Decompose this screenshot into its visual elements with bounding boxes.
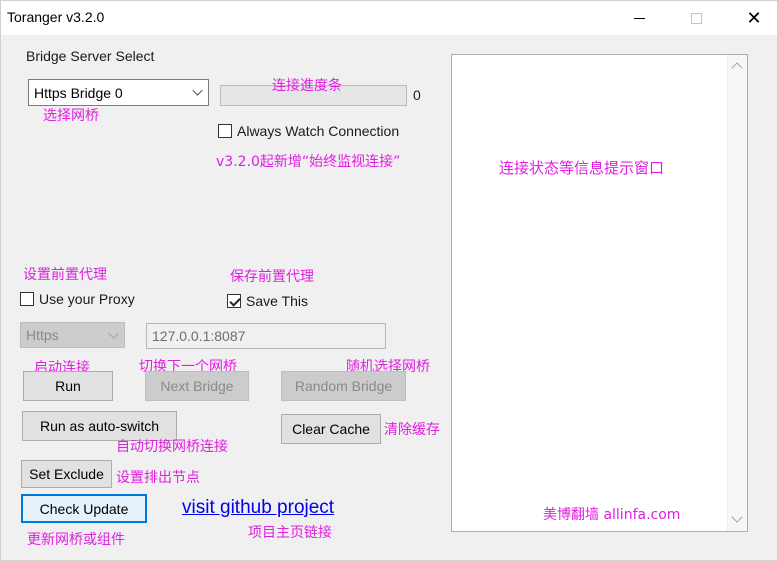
use-proxy-label: Use your Proxy <box>39 291 135 307</box>
close-icon: ✕ <box>746 7 762 28</box>
checkbox-box[interactable] <box>218 124 232 138</box>
proxy-protocol-select[interactable]: Https <box>20 322 125 348</box>
bridge-select[interactable]: Https Bridge 0 <box>28 79 209 106</box>
checkbox-box[interactable] <box>20 292 34 306</box>
app-window: Toranger v3.2.0 ✕ Bridge Server Select H… <box>0 0 778 561</box>
run-button-label: Run <box>55 378 81 394</box>
always-watch-label: Always Watch Connection <box>237 123 400 139</box>
annotation-check-update: 更新网桥或组件 <box>27 532 125 548</box>
annotation-always-watch: v3.2.0起新增“始终监视连接” <box>216 154 401 170</box>
annotation-save-proxy: 保存前置代理 <box>230 269 314 285</box>
bridge-section-label: Bridge Server Select <box>26 48 155 64</box>
proxy-address-value: 127.0.0.1:8087 <box>152 328 246 344</box>
annotation-progress-bar: 连接進度条 <box>272 78 342 94</box>
close-button[interactable]: ✕ <box>731 1 777 35</box>
info-panel-scrollbar[interactable] <box>727 55 747 531</box>
set-exclude-button[interactable]: Set Exclude <box>21 460 112 488</box>
progress-value: 0 <box>413 87 421 103</box>
save-proxy-checkbox[interactable]: Save This <box>227 293 308 309</box>
always-watch-checkbox[interactable]: Always Watch Connection <box>218 123 399 139</box>
info-log-panel[interactable]: 连接状态等信息提示窗口 美博翻墙 allinfa.com <box>451 54 748 532</box>
watermark-text: 美博翻墙 allinfa.com <box>543 507 681 523</box>
random-bridge-button[interactable]: Random Bridge <box>281 371 406 401</box>
maximize-icon <box>690 12 702 24</box>
scroll-up-icon[interactable] <box>731 62 743 74</box>
next-bridge-label: Next Bridge <box>160 378 234 394</box>
set-exclude-label: Set Exclude <box>29 466 104 482</box>
random-bridge-label: Random Bridge <box>294 378 393 394</box>
proxy-protocol-value: Https <box>26 327 59 343</box>
title-bar: Toranger v3.2.0 ✕ <box>1 1 777 35</box>
check-update-label: Check Update <box>39 500 129 517</box>
run-button[interactable]: Run <box>23 371 113 401</box>
annotation-auto-switch: 自动切换网桥连接 <box>116 439 228 455</box>
maximize-button[interactable] <box>673 1 719 35</box>
annotation-select-bridge: 选择网桥 <box>43 108 99 124</box>
annotation-set-exclude: 设置排出节点 <box>116 470 200 486</box>
proxy-address-input[interactable]: 127.0.0.1:8087 <box>146 323 386 349</box>
annotation-clear-cache: 清除缓存 <box>384 422 440 438</box>
window-title: Toranger v3.2.0 <box>7 9 105 25</box>
clear-cache-label: Clear Cache <box>292 421 370 437</box>
next-bridge-button[interactable]: Next Bridge <box>145 371 249 401</box>
auto-switch-label: Run as auto-switch <box>39 418 160 434</box>
save-proxy-label: Save This <box>246 293 308 309</box>
chevron-down-icon <box>108 328 119 339</box>
checkbox-box[interactable] <box>227 294 241 308</box>
chevron-down-icon <box>192 85 203 96</box>
annotation-info-window: 连接状态等信息提示窗口 <box>499 159 665 177</box>
bridge-select-value: Https Bridge 0 <box>34 84 123 101</box>
minimize-icon <box>633 17 645 19</box>
clear-cache-button[interactable]: Clear Cache <box>281 414 381 444</box>
minimize-button[interactable] <box>616 1 662 35</box>
github-project-link[interactable]: visit github project <box>182 497 334 519</box>
use-proxy-checkbox[interactable]: Use your Proxy <box>20 291 135 307</box>
annotation-set-proxy: 设置前置代理 <box>23 267 107 283</box>
scroll-down-icon[interactable] <box>731 511 743 523</box>
annotation-project-link: 项目主页链接 <box>248 525 332 541</box>
check-update-button[interactable]: Check Update <box>21 494 147 523</box>
